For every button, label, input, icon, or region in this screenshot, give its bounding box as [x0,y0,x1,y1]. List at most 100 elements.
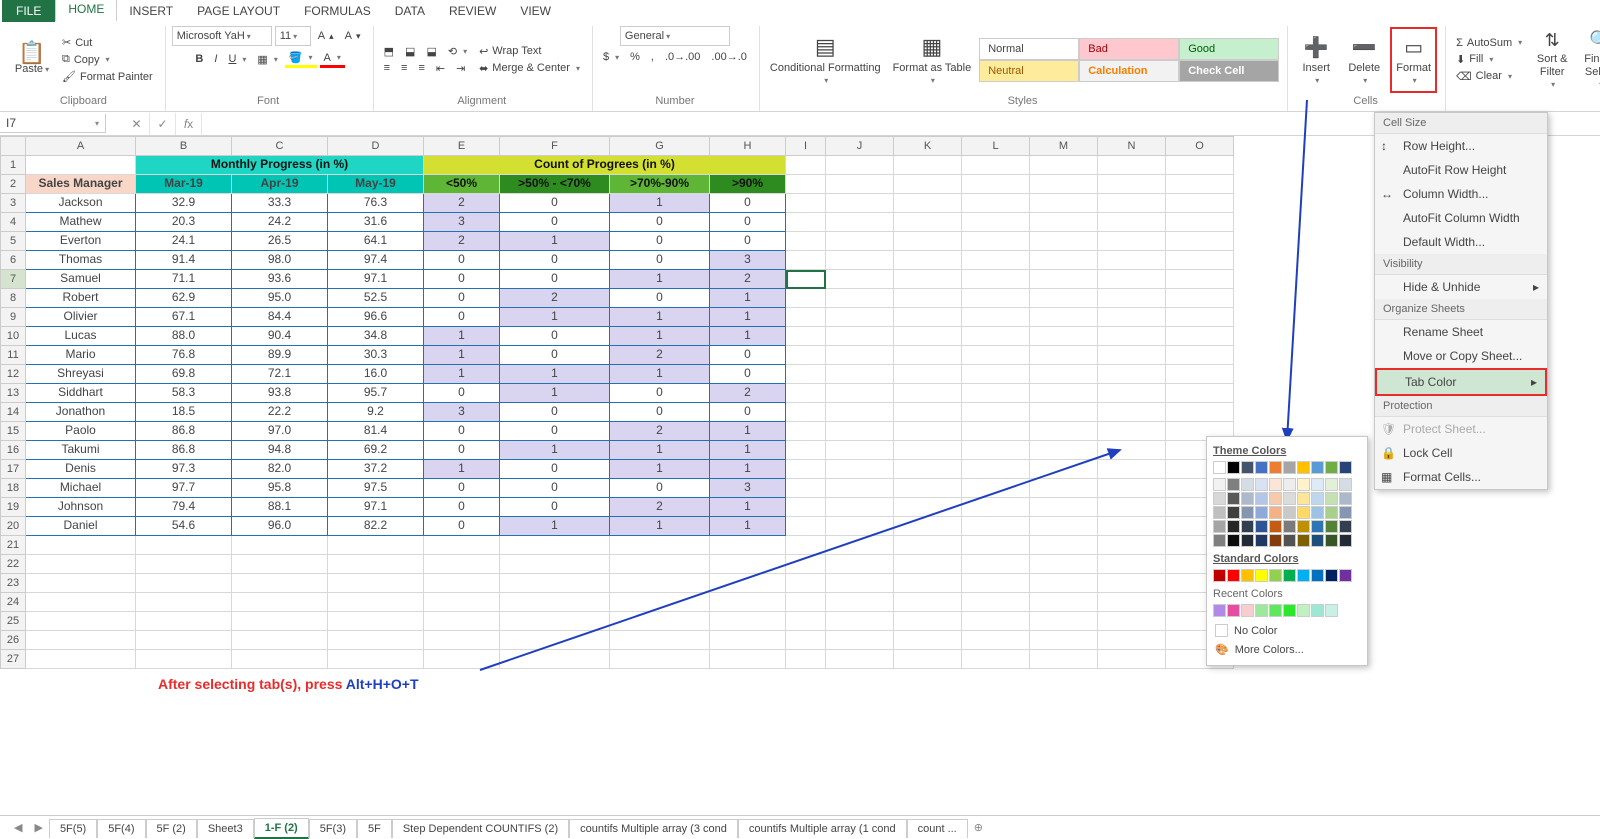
insert-function-button[interactable]: fx [176,113,202,135]
cell[interactable] [962,175,1030,194]
cell[interactable] [1030,517,1098,536]
row-header[interactable]: 14 [0,403,26,422]
cell[interactable] [894,365,962,384]
cell[interactable] [500,574,610,593]
cell[interactable] [1098,460,1166,479]
cell[interactable] [1030,270,1098,289]
color-swatch[interactable] [1311,604,1324,617]
cell[interactable]: 2 [610,346,710,365]
cell[interactable] [26,156,136,175]
cell[interactable] [1166,384,1234,403]
cell[interactable] [962,422,1030,441]
cell[interactable]: 0 [424,441,500,460]
column-header[interactable]: K [894,136,962,156]
color-swatch[interactable] [1325,534,1338,547]
font-name-select[interactable]: Microsoft YaH [172,26,272,46]
row-header[interactable]: 25 [0,612,26,631]
color-swatch[interactable] [1269,520,1282,533]
cell[interactable]: Monthly Progress (in %) [136,156,424,175]
cell[interactable] [1030,289,1098,308]
cell[interactable] [894,308,962,327]
cell[interactable]: 1 [424,346,500,365]
tab-file[interactable]: FILE [2,0,55,22]
cell[interactable] [962,365,1030,384]
cell[interactable]: 9.2 [328,403,424,422]
cell[interactable]: Jonathon [26,403,136,422]
style-neutral[interactable]: Neutral [979,60,1079,82]
align-top-button[interactable]: ⬒ [380,44,398,59]
column-header[interactable]: H [710,136,786,156]
cut-button[interactable]: ✂Cut [58,35,157,50]
cell[interactable]: 1 [500,384,610,403]
cell[interactable] [1030,403,1098,422]
cell[interactable] [1030,536,1098,555]
cell[interactable] [232,574,328,593]
cell[interactable] [786,251,826,270]
cell[interactable] [500,631,610,650]
color-swatch[interactable] [1283,569,1296,582]
cell[interactable] [962,612,1030,631]
color-swatch[interactable] [1311,461,1324,474]
cell[interactable] [500,650,610,669]
cell[interactable]: 69.2 [328,441,424,460]
sheet-tab[interactable]: 5F(5) [49,819,97,838]
cell[interactable]: 0 [610,479,710,498]
cell[interactable] [136,574,232,593]
cell[interactable]: 90.4 [232,327,328,346]
cell[interactable] [328,631,424,650]
cell[interactable] [610,555,710,574]
sheet-tab[interactable]: 5F [357,819,392,838]
cell[interactable]: 3 [424,213,500,232]
cell[interactable] [894,422,962,441]
color-swatch[interactable] [1339,534,1352,547]
column-header[interactable]: I [786,136,826,156]
row-header[interactable]: 18 [0,479,26,498]
color-swatch[interactable] [1241,534,1254,547]
cell[interactable]: 97.7 [136,479,232,498]
cell[interactable] [1166,365,1234,384]
color-swatch[interactable] [1213,569,1226,582]
cell[interactable] [962,631,1030,650]
row-header[interactable]: 19 [0,498,26,517]
cell[interactable] [424,555,500,574]
cell[interactable] [826,650,894,669]
format-cells-button[interactable]: ▭Format [1390,27,1437,93]
cell[interactable] [26,612,136,631]
cell[interactable]: 0 [500,403,610,422]
cell[interactable] [1030,441,1098,460]
row-header[interactable]: 23 [0,574,26,593]
align-bottom-button[interactable]: ⬓ [422,44,440,59]
cell[interactable]: Mario [26,346,136,365]
cell[interactable] [826,517,894,536]
cell[interactable] [786,308,826,327]
cell[interactable] [610,612,710,631]
color-swatch[interactable] [1227,604,1240,617]
cell[interactable]: 95.0 [232,289,328,308]
cell[interactable]: Michael [26,479,136,498]
cell[interactable] [1098,517,1166,536]
cell[interactable] [1030,194,1098,213]
row-header[interactable]: 11 [0,346,26,365]
menu-protect-sheet[interactable]: 🛡Protect Sheet... [1375,417,1547,441]
cell[interactable] [610,650,710,669]
percent-format-button[interactable]: % [626,50,644,64]
comma-format-button[interactable]: , [647,50,658,64]
cell[interactable] [1098,194,1166,213]
align-middle-button[interactable]: ⬓ [401,44,419,59]
color-swatch[interactable] [1325,461,1338,474]
cell[interactable]: >70%-90% [610,175,710,194]
cell[interactable] [1166,403,1234,422]
cell[interactable]: 97.1 [328,270,424,289]
cell[interactable] [826,498,894,517]
cell[interactable] [710,650,786,669]
cell[interactable] [1030,175,1098,194]
color-swatch[interactable] [1311,520,1324,533]
cell[interactable] [1030,232,1098,251]
cell[interactable]: 1 [610,441,710,460]
cell[interactable] [232,650,328,669]
row-header[interactable]: 12 [0,365,26,384]
cell[interactable]: 0 [610,251,710,270]
menu-lock-cell[interactable]: 🔒Lock Cell [1375,441,1547,465]
cell[interactable] [786,441,826,460]
cell[interactable]: 0 [424,308,500,327]
